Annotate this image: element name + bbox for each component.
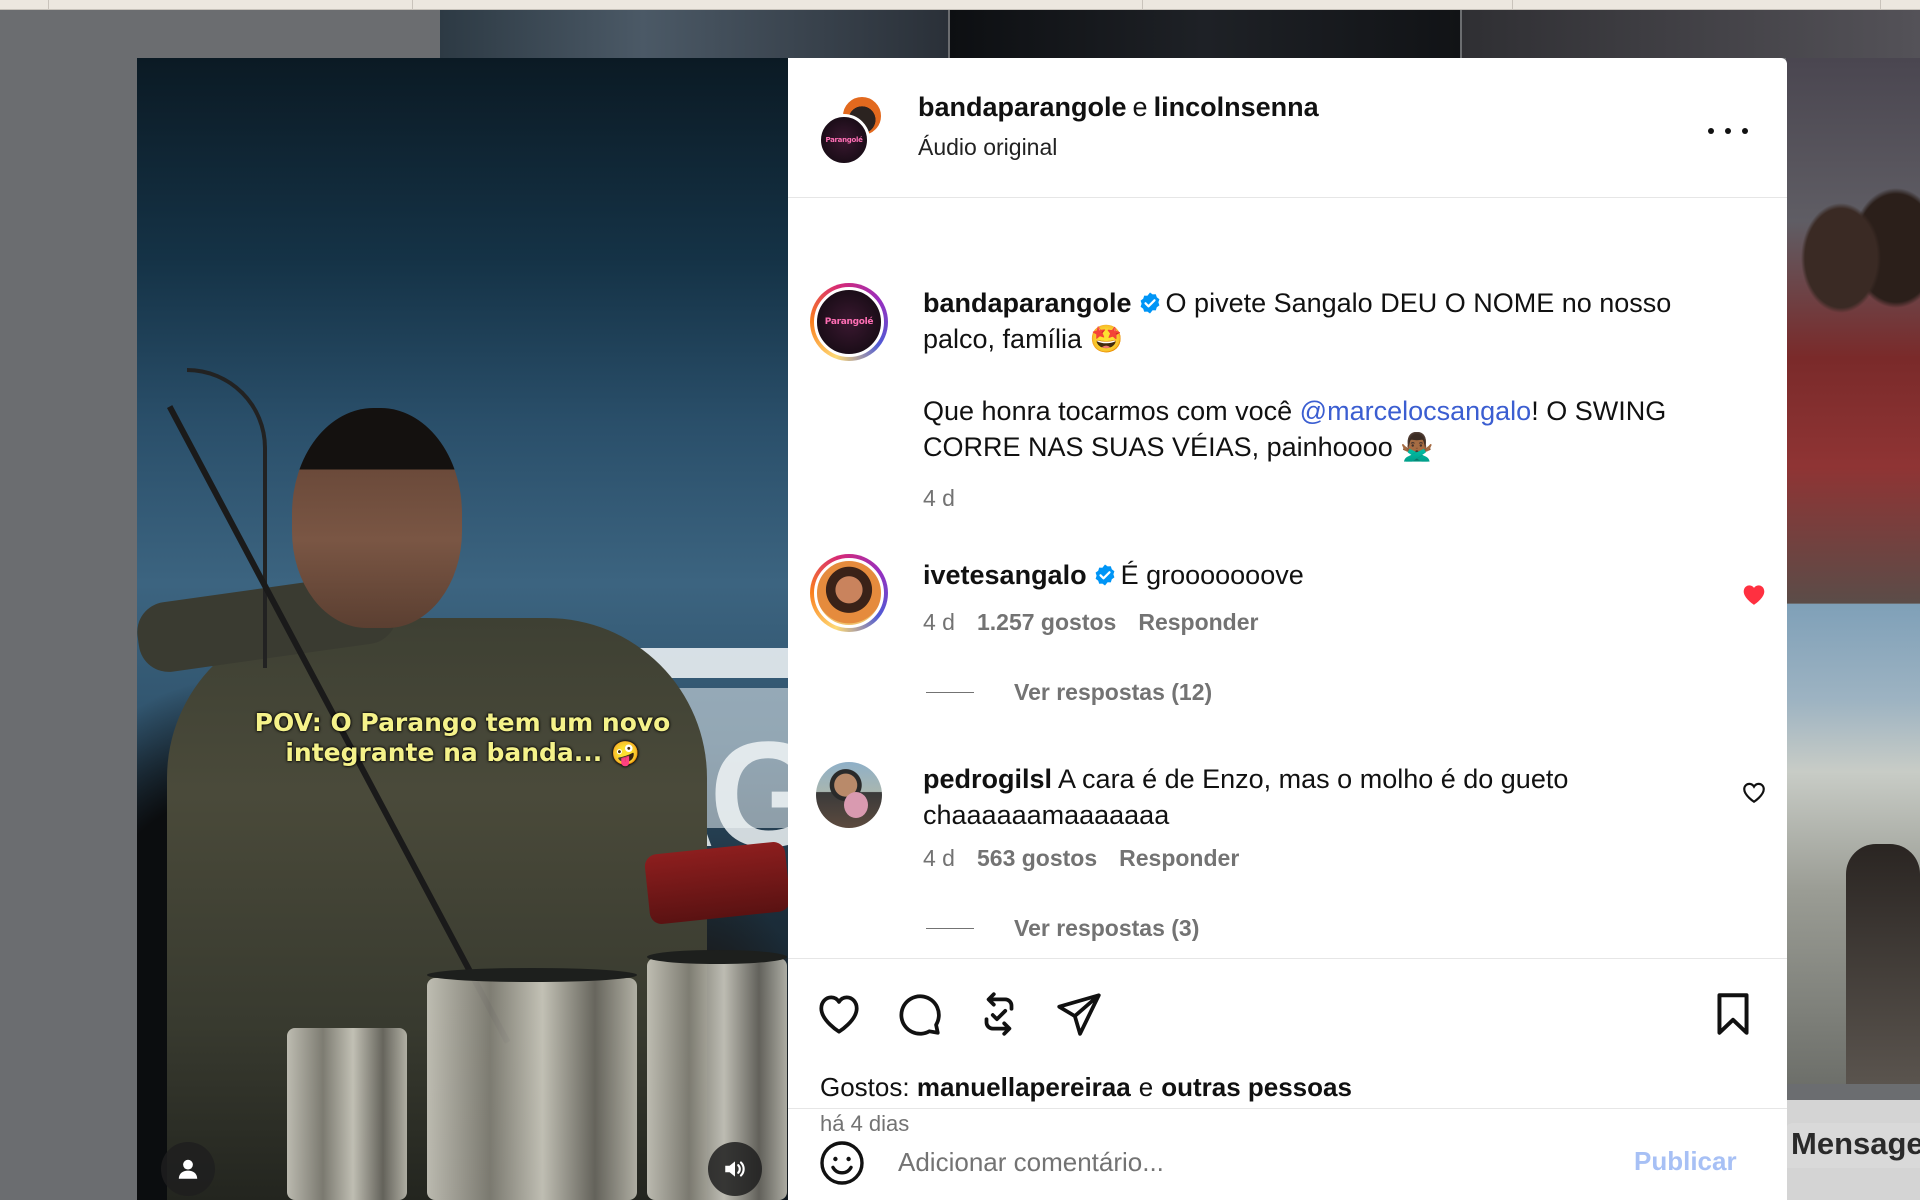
- post-authors: bandaparangole e lincolnsenna: [918, 92, 1319, 123]
- caption-time[interactable]: 4 d: [923, 485, 955, 512]
- comment: ivetesangalo É grooooooove: [923, 560, 1304, 590]
- post-caption: bandaparangole O pivete Sangalo DEU O NOM…: [923, 288, 1672, 462]
- author-link[interactable]: bandaparangole: [918, 92, 1127, 122]
- mention-link[interactable]: @marcelocsangalo: [1300, 396, 1532, 426]
- reply-button[interactable]: Responder: [1119, 845, 1239, 871]
- coauthor-avatars[interactable]: Parangolé: [818, 94, 890, 166]
- messages-label[interactable]: Mensage: [1785, 1123, 1920, 1168]
- more-icon: [1708, 128, 1714, 134]
- audio-link[interactable]: Áudio original: [918, 134, 1057, 161]
- comment-composer: Publicar: [788, 1108, 1787, 1200]
- post-modal: AGO POV: O Parango tem um novo integrant…: [137, 58, 1787, 1200]
- likes-others-link[interactable]: outras pessoas: [1161, 1072, 1352, 1102]
- volume-button[interactable]: [708, 1142, 762, 1196]
- reply-button[interactable]: Responder: [1138, 609, 1258, 635]
- comment-likes-count[interactable]: 1.257 gostos: [977, 609, 1116, 635]
- tagged-user-button[interactable]: [161, 1142, 215, 1196]
- background-post-thumbnail: [950, 10, 1460, 58]
- caption-username[interactable]: bandaparangole: [923, 288, 1132, 318]
- background-post-thumbnail: [1786, 58, 1920, 603]
- emoji-icon[interactable]: [818, 1139, 866, 1187]
- caption-author-avatar[interactable]: Parangolé: [810, 283, 888, 361]
- comment-time[interactable]: 4 d: [923, 609, 955, 635]
- video-caption-overlay: POV: O Parango tem um novo integrante na…: [254, 708, 671, 767]
- more-options-button[interactable]: [1708, 116, 1748, 146]
- authors-joiner: e: [1132, 92, 1148, 122]
- save-bookmark-icon[interactable]: [1708, 989, 1758, 1039]
- share-icon[interactable]: [1054, 989, 1104, 1039]
- background-post-thumbnail: [1786, 604, 1920, 1084]
- avatar-bandaparangole[interactable]: Parangolé: [818, 114, 870, 166]
- view-replies-button[interactable]: Ver respostas (12): [926, 679, 1212, 706]
- like-icon[interactable]: [814, 989, 864, 1039]
- post-details-panel: Parangolé bandaparangole e lincolnsenna Áu…: [788, 58, 1787, 1200]
- comments-list[interactable]: Parangolé bandaparangole O pivete Sangalo…: [788, 199, 1787, 958]
- background-post-thumbnail: [440, 10, 948, 58]
- coauthor-link[interactable]: lincolnsenna: [1154, 92, 1319, 122]
- comment-avatar-ivetesangalo[interactable]: [810, 554, 888, 632]
- publish-button[interactable]: Publicar: [1634, 1146, 1737, 1177]
- comment-avatar-pedrogilsl[interactable]: [816, 762, 882, 828]
- liker-link[interactable]: manuellapereiraa: [917, 1072, 1131, 1102]
- browser-top-strip: [0, 0, 1920, 10]
- person-icon: [178, 1159, 198, 1179]
- comment-like-icon[interactable]: [1741, 780, 1767, 804]
- likes-summary: Gostos: manuellapereiraa e outras pessoas: [820, 1072, 1352, 1102]
- comment-time[interactable]: 4 d: [923, 845, 955, 871]
- comment-username[interactable]: ivetesangalo: [923, 560, 1087, 590]
- comment-username[interactable]: pedrogilsl: [923, 764, 1052, 794]
- verified-badge-icon: [1095, 564, 1114, 586]
- comment-meta: 4 d 1.257 gostos Responder: [923, 609, 1258, 636]
- comment-meta: 4 d 563 gostos Responder: [923, 845, 1239, 872]
- repost-icon[interactable]: [974, 989, 1024, 1039]
- background-post-thumbnail: [1462, 10, 1920, 58]
- verified-badge-icon: [1140, 292, 1159, 314]
- post-video[interactable]: AGO POV: O Parango tem um novo integrant…: [137, 58, 788, 1200]
- comment-like-filled-icon[interactable]: [1741, 582, 1767, 606]
- post-header: Parangolé bandaparangole e lincolnsenna Áu…: [788, 58, 1787, 198]
- view-replies-button[interactable]: Ver respostas (3): [926, 915, 1199, 942]
- comment-icon[interactable]: [894, 989, 944, 1039]
- comment: pedrogilsl A cara é de Enzo, mas o molho…: [923, 764, 1569, 830]
- comment-likes-count[interactable]: 563 gostos: [977, 845, 1097, 871]
- volume-icon: [725, 1161, 745, 1177]
- comment-input[interactable]: [898, 1137, 1598, 1187]
